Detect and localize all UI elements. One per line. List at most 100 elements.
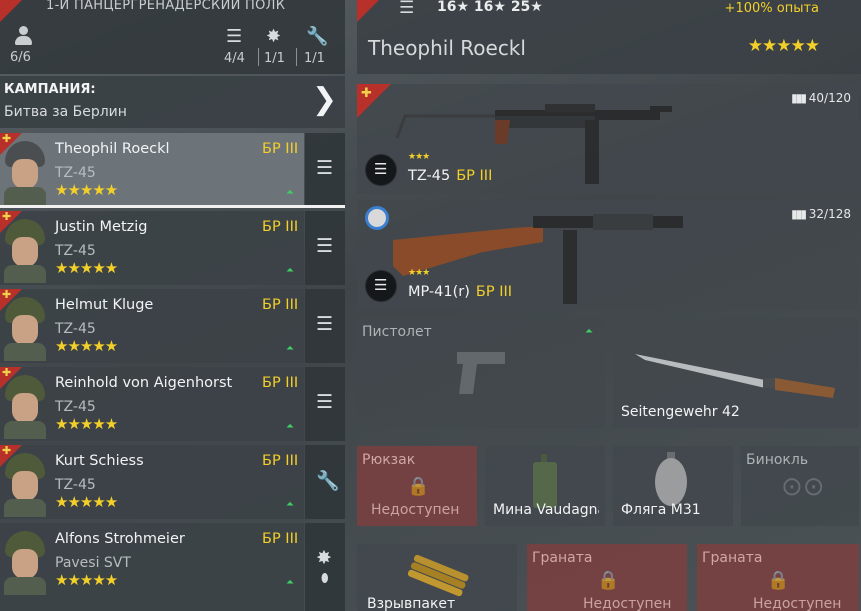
- selection-underline: [0, 205, 345, 208]
- campaign-selector[interactable]: КАМПАНИЯ: Битва за Берлин ❯: [0, 76, 345, 128]
- magazine-icon: ▮▮▮: [791, 91, 807, 105]
- grenade-slot[interactable]: Граната 🔒 Недоступен: [527, 544, 687, 611]
- soldier-class-button[interactable]: ☰: [305, 211, 345, 285]
- plus-icon: ✚: [361, 86, 372, 101]
- weapon-stars: ★★★: [408, 268, 430, 278]
- locked-status: Недоступен: [371, 502, 460, 518]
- soldier-name: Justin Metzig: [55, 219, 148, 235]
- soldier-class-button[interactable]: ☰: [305, 133, 345, 207]
- soldier-row[interactable]: Alfons Strohmeier Pavesi SVT ★★★★★ БР II…: [0, 523, 304, 611]
- soldier-weapon: Pavesi SVT: [55, 555, 131, 571]
- upgrade-arrow-icon: ⏶: [286, 499, 294, 510]
- burst-icon: ✸: [316, 547, 332, 569]
- soldier-class-button[interactable]: ☰: [305, 289, 345, 363]
- slot-title: Граната: [532, 550, 593, 566]
- lock-icon: 🔒: [407, 476, 430, 497]
- battle-rating: БР III: [262, 375, 299, 391]
- plus-icon: ✚: [2, 210, 12, 223]
- upgrade-arrow-icon: ⏶: [286, 577, 294, 588]
- exp-bonus: +100% опыта: [724, 1, 819, 16]
- campaign-name: Битва за Берлин: [4, 104, 127, 120]
- battle-rating: БР III: [262, 141, 299, 157]
- soldier-stars: ★★★★★: [55, 415, 118, 433]
- battle-rating: БР III: [262, 219, 299, 235]
- soldier-stars: ★★★★★: [747, 36, 820, 56]
- weapon-stars: ★★★: [408, 152, 430, 162]
- squad-title: 1-Й ПАНЦЕРГРЕНАДЕРСКИЙ ПОЛК: [46, 0, 286, 13]
- plus-icon: ✚: [2, 132, 12, 145]
- melee-slot[interactable]: Seitengewehr 42: [613, 318, 859, 428]
- slot-title: Граната: [702, 550, 763, 566]
- soldier-class-button[interactable]: ✸ ⬮: [305, 523, 345, 611]
- locked-status: Недоступен: [753, 596, 842, 611]
- stat-divider: [258, 48, 259, 66]
- slot-title: Бинокль: [746, 452, 809, 468]
- pistol-slot[interactable]: Пистолет ⏶: [357, 318, 605, 428]
- wrench-icon: 🔧: [306, 26, 329, 47]
- list-icon: ☰: [316, 391, 334, 413]
- mine-slot[interactable]: Мина Vaudagna: [485, 446, 605, 526]
- weapon-mods-button[interactable]: ☰: [365, 270, 397, 302]
- soldier-stars: ★★★★★: [55, 337, 118, 355]
- soldier-weapon: TZ-45: [55, 477, 96, 493]
- squad-header: 1-Й ПАНЦЕРГРЕНАДЕРСКИЙ ПОЛК 6/6 ☰ 4/4 ✸ …: [0, 0, 345, 74]
- soldier-row[interactable]: ✚ Kurt Schiess TZ-45 ★★★★★ БР III ⏶: [0, 444, 304, 519]
- item-name: Фляга M31: [621, 502, 701, 518]
- soldier-name: Helmut Kluge: [55, 297, 154, 313]
- binoculars-slot[interactable]: Бинокль ⊙⊙: [741, 446, 859, 526]
- list-icon: ☰: [374, 160, 388, 178]
- ammo-count: ▮▮▮ 32/128: [791, 207, 851, 221]
- battle-rating: БР III: [262, 453, 299, 469]
- soldier-class-button[interactable]: 🔧: [305, 445, 345, 519]
- battle-rating: БР III: [262, 297, 299, 313]
- soldier-row[interactable]: ✚ Reinhold von Aigenhorst TZ-45 ★★★★★ БР…: [0, 366, 304, 441]
- squad-count: 6/6: [10, 50, 31, 65]
- person-icon: [14, 26, 32, 46]
- ammo-count: ▮▮▮ 40/120: [791, 91, 851, 105]
- squad-panel: 1-Й ПАНЦЕРГРЕНАДЕРСКИЙ ПОЛК 6/6 ☰ 4/4 ✸ …: [0, 0, 345, 611]
- item-name: Мина Vaudagna: [493, 502, 599, 518]
- knife-image: [635, 354, 835, 398]
- squad-stat-value: 1/1: [304, 51, 325, 66]
- plus-icon: ✚: [2, 366, 12, 379]
- magazine-icon: ▮▮▮: [791, 207, 807, 221]
- avatar: [2, 529, 48, 595]
- explosive-slot[interactable]: Взрывпакет: [357, 544, 517, 611]
- soldier-row[interactable]: ✚ Theophil Roeckl TZ-45 ★★★★★ БР III ⏶: [0, 132, 304, 207]
- ammo-value: 40/120: [808, 91, 851, 105]
- weapon-title: TZ-45: [408, 168, 451, 184]
- weapon-mods-button[interactable]: ☰: [365, 154, 397, 186]
- list-icon: ☰: [399, 0, 415, 18]
- upgrade-arrow-icon: ⏶: [286, 343, 294, 354]
- grenade-slot[interactable]: Граната 🔒 Недоступен: [697, 544, 859, 611]
- upgrade-arrow-icon: ⏶: [585, 326, 593, 337]
- soldier-detail-panel: ☰ 16★ 16★ 25★ +100% опыта Theophil Roeck…: [357, 0, 861, 611]
- soldier-name: Theophil Roeckl: [55, 141, 170, 157]
- canteen-image: [655, 452, 687, 506]
- grenade-icon: ⬮: [321, 571, 329, 585]
- weapon-title: MP-41(r): [408, 284, 470, 300]
- chevron-right-icon[interactable]: ❯: [312, 85, 337, 115]
- soldier-name: Kurt Schiess: [55, 453, 144, 469]
- secondary-weapon-slot[interactable]: ▮▮▮ 32/128 ☰ ★★★ MP-41(r) БР III: [357, 200, 859, 310]
- campaign-label: КАМПАНИЯ:: [4, 82, 96, 97]
- battle-rating: БР III: [262, 531, 299, 547]
- battle-rating: БР III: [475, 284, 513, 300]
- item-name: Взрывпакет: [367, 596, 456, 611]
- backpack-slot[interactable]: Рюкзак 🔒 Недоступен: [357, 446, 477, 526]
- slot-title: Рюкзак: [362, 452, 416, 468]
- soldier-row[interactable]: ✚ Helmut Kluge TZ-45 ★★★★★ БР III ⏶: [0, 288, 304, 363]
- wrench-icon: 🔧: [316, 470, 340, 492]
- canteen-slot[interactable]: Фляга M31: [613, 446, 733, 526]
- badge-corner: [357, 0, 379, 22]
- lock-icon: 🔒: [597, 570, 620, 591]
- primary-weapon-slot[interactable]: ✚ ▮▮▮ 40/120 ☰ ★★★ TZ-45 БР III: [357, 84, 859, 194]
- soldier-stars: ★★★★★: [55, 259, 118, 277]
- soldier-weapon: TZ-45: [55, 321, 96, 337]
- battle-rating: БР III: [456, 168, 493, 184]
- upgrade-arrow-icon: ⏶: [286, 421, 294, 432]
- soldier-class-button[interactable]: ☰: [305, 367, 345, 441]
- soldier-row[interactable]: ✚ Justin Metzig TZ-45 ★★★★★ БР III ⏶: [0, 210, 304, 285]
- soldier-name: Reinhold von Aigenhorst: [55, 375, 233, 391]
- soldier-stars: ★★★★★: [55, 493, 118, 511]
